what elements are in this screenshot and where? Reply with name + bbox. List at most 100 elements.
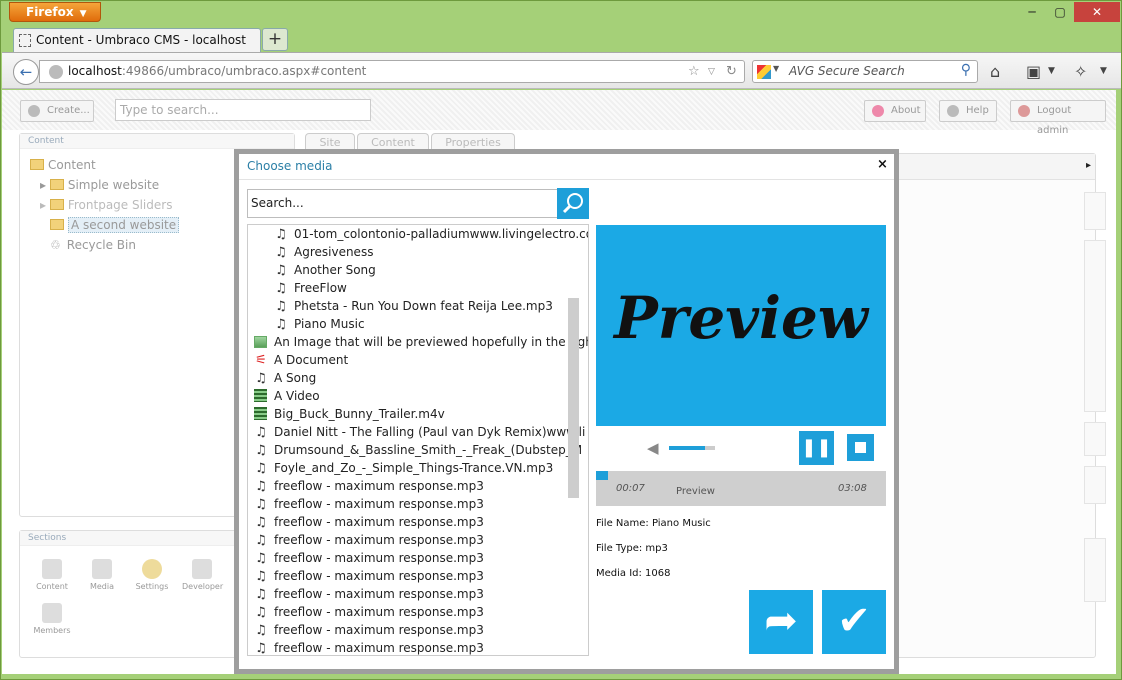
section-members[interactable]: Members (32, 603, 72, 635)
select-button[interactable]: ✔ (822, 590, 886, 654)
music-file-icon: ♫ (255, 551, 267, 566)
help-button[interactable]: Help (939, 100, 997, 122)
media-item-label: freeflow - maximum response.mp3 (274, 623, 484, 637)
section-media[interactable]: Media (82, 559, 122, 591)
forward-arrow-icon: ➦ (764, 598, 798, 644)
media-list-item[interactable]: ♫ freeflow - maximum response.mp3 (254, 585, 484, 603)
music-file-icon: ♫ (255, 371, 267, 386)
section-content[interactable]: Content (32, 559, 72, 591)
volume-slider[interactable] (669, 446, 715, 450)
menu-dropdown-icon[interactable]: ▼ (1100, 66, 1107, 76)
section-settings[interactable]: Settings (132, 559, 172, 591)
content-section-icon (42, 559, 62, 579)
stop-button[interactable] (847, 434, 874, 461)
media-list-item[interactable]: ♫ Drumsound_&_Bassline_Smith_-_Freak_(Dub… (254, 441, 582, 459)
player-label: Preview (676, 486, 715, 497)
reload-icon[interactable]: ↻ (726, 64, 737, 79)
media-list-item[interactable]: ♫ A Song (254, 369, 316, 387)
about-button[interactable]: About (864, 100, 926, 122)
tree-node-simple-website[interactable]: ▸ Simple website (40, 178, 159, 192)
pause-button[interactable]: ❚❚ (799, 431, 834, 465)
media-list-item[interactable]: ⚟ A Document (254, 351, 348, 369)
music-file-icon: ♫ (255, 605, 267, 620)
logout-icon (1018, 105, 1030, 117)
media-item-label: freeflow - maximum response.mp3 (274, 551, 484, 565)
music-file-icon: ♫ (255, 461, 267, 476)
minimize-button[interactable]: ─ (1018, 2, 1046, 22)
media-list-item[interactable]: A Video (254, 387, 320, 405)
address-bar[interactable]: localhost:49866/umbraco/umbraco.aspx#con… (39, 60, 745, 83)
media-list-item[interactable]: An Image that will be previewed hopefull… (254, 333, 588, 351)
media-list-item[interactable]: ♫ Daniel Nitt - The Falling (Paul van Dyk… (254, 423, 585, 441)
folder-icon (30, 159, 44, 170)
new-tab-button[interactable]: + (262, 28, 288, 51)
media-list-item[interactable]: ♫ freeflow - maximum response.mp3 (254, 477, 484, 495)
engine-dropdown-icon[interactable]: ▼ (773, 64, 779, 73)
media-list-item[interactable]: ♫ freeflow - maximum response.mp3 (254, 495, 484, 513)
maximize-button[interactable]: ▢ (1046, 2, 1074, 22)
media-list-item[interactable]: ♫ freeflow - maximum response.mp3 (254, 567, 484, 585)
media-list-item[interactable]: ♫ Agresiveness (274, 243, 373, 261)
media-item-label: freeflow - maximum response.mp3 (274, 587, 484, 601)
browser-tab[interactable]: Content - Umbraco CMS - localhost (13, 28, 261, 52)
media-list-item[interactable]: ♫ 01-tom_colontonio-palladiumwww.livingel… (274, 225, 589, 243)
section-developer[interactable]: Developer (182, 559, 223, 591)
media-list-item[interactable]: Big_Buck_Bunny_Trailer.m4v (254, 405, 445, 423)
media-list-item[interactable]: ♫ FreeFlow (274, 279, 347, 297)
media-list-item[interactable]: ♫ freeflow - maximum response.mp3 (254, 621, 484, 639)
search-icon[interactable]: ⚲ (961, 62, 971, 78)
media-list[interactable]: ♫ 01-tom_colontonio-palladiumwww.livingel… (247, 224, 589, 656)
navigation-toolbar: ← localhost:49866/umbraco/umbraco.aspx#c… (2, 52, 1121, 89)
seek-bar[interactable]: 00:07 Preview 03:08 (596, 471, 886, 506)
media-item-label: Phetsta - Run You Down feat Reija Lee.mp… (294, 299, 553, 313)
home-icon[interactable]: ⌂ (990, 62, 1000, 81)
media-list-item[interactable]: ♫ freeflow - maximum response.mp3 (254, 531, 484, 549)
tree-node-content[interactable]: Content (30, 158, 96, 172)
media-search-button[interactable] (557, 188, 589, 219)
create-button[interactable]: Create... (20, 100, 94, 122)
media-item-label: freeflow - maximum response.mp3 (274, 605, 484, 619)
forward-button[interactable]: ➦ (749, 590, 813, 654)
tree-node-frontpage-sliders[interactable]: ▸ Frontpage Sliders (40, 198, 172, 212)
media-list-item[interactable]: ♫ Phetsta - Run You Down feat Reija Lee.m… (274, 297, 553, 315)
tab-title: Content - Umbraco CMS - localhost (36, 33, 246, 47)
media-list-item[interactable]: ♫ freeflow - maximum response.mp3 (254, 549, 484, 567)
scroll-right-icon[interactable]: ▸ (1086, 160, 1091, 171)
music-file-icon: ♫ (255, 569, 267, 584)
bookmark-star-icon[interactable]: ☆ (688, 64, 700, 79)
media-item-label: 01-tom_colontonio-palladiumwww.livingele… (294, 227, 589, 241)
media-item-label: Daniel Nitt - The Falling (Paul van Dyk … (274, 425, 586, 439)
volume-speaker-icon[interactable]: ◀ (647, 439, 659, 457)
music-file-icon: ♫ (275, 317, 287, 332)
media-item-label: A Song (274, 371, 317, 385)
media-item-label: Big_Buck_Bunny_Trailer.m4v (274, 407, 445, 421)
media-item-label: Foyle_and_Zo_-_Simple_Things-Trance.VN.m… (274, 461, 554, 475)
web-search-box[interactable]: ▼ AVG Secure Search ⚲ (752, 60, 978, 83)
file-type: File Type: mp3 (596, 543, 668, 554)
media-list-item[interactable]: ♫ freeflow - maximum response.mp3 (254, 639, 484, 655)
property-box (1084, 422, 1106, 456)
addon-icon[interactable]: ✧ (1074, 62, 1087, 81)
firefox-menu-button[interactable]: Firefox ▼ (9, 2, 101, 22)
history-dropdown-icon[interactable]: ▽ (708, 67, 715, 77)
umbraco-search-input[interactable]: Type to search... (115, 99, 371, 121)
media-list-item[interactable]: ♫ Another Song (274, 261, 376, 279)
tree-node-recycle-bin[interactable]: ♲ Recycle Bin (50, 238, 136, 252)
close-window-button[interactable]: ✕ (1074, 2, 1120, 22)
media-list-item[interactable]: ♫ freeflow - maximum response.mp3 (254, 603, 484, 621)
logout-button[interactable]: Logout admin (1010, 100, 1106, 136)
media-list-item[interactable]: ♫ Piano Music (274, 315, 364, 333)
recycle-bin-icon: ♲ (50, 238, 61, 252)
media-list-item[interactable]: ♫ Foyle_and_Zo_-_Simple_Things-Trance.VN.… (254, 459, 553, 477)
media-item-label: freeflow - maximum response.mp3 (274, 497, 484, 511)
media-search-input[interactable]: Search... (247, 189, 559, 218)
tree-node-second-website[interactable]: A second website (50, 217, 180, 233)
dialog-close-button[interactable]: × (877, 157, 888, 172)
media-item-label: FreeFlow (294, 281, 347, 295)
bookmarks-icon[interactable]: ▣ (1026, 62, 1041, 81)
dialog-header: Choose media × (239, 154, 894, 180)
media-list-scrollbar[interactable] (568, 298, 579, 498)
bookmarks-dropdown-icon[interactable]: ▼ (1048, 66, 1055, 76)
media-list-item[interactable]: ♫ freeflow - maximum response.mp3 (254, 513, 484, 531)
back-button[interactable]: ← (13, 59, 39, 85)
